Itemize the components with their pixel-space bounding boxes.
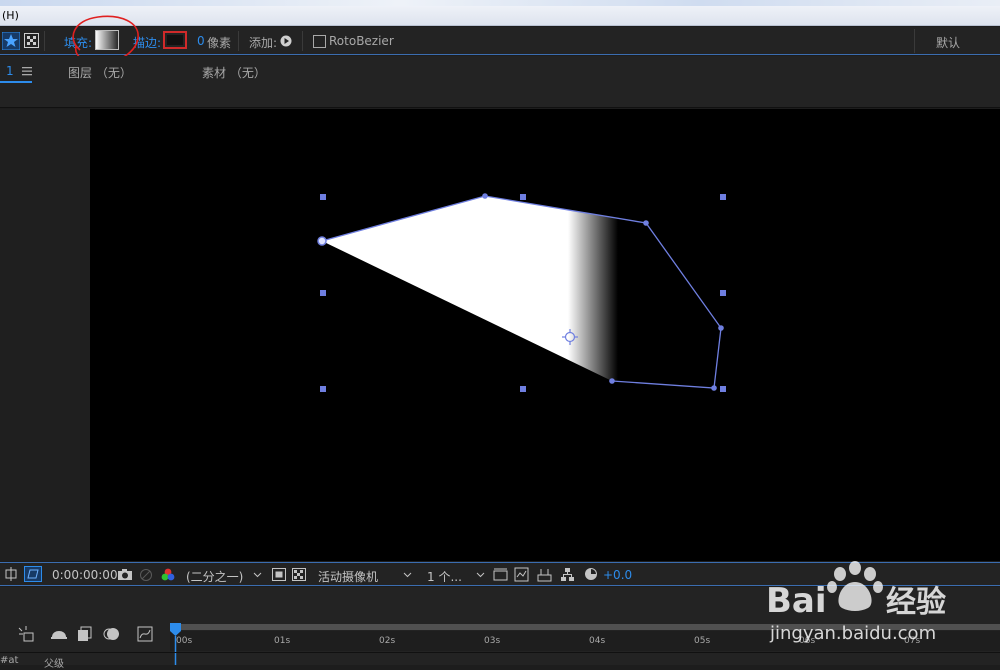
transparency-grid-icon[interactable]: [292, 568, 306, 581]
timeline-toggle-icon[interactable]: [514, 567, 529, 582]
watermark-brand: Bai: [766, 581, 827, 621]
chevron-down-icon[interactable]: [253, 572, 262, 578]
panel-menu-icon[interactable]: [21, 66, 33, 76]
comp-flowchart-icon[interactable]: [537, 567, 552, 582]
magnification-icon[interactable]: [4, 567, 18, 581]
help-menu[interactable]: (H): [2, 9, 19, 22]
first-vertex[interactable]: [317, 236, 327, 246]
watermark-brand-cn: 经验: [886, 585, 946, 620]
timecode[interactable]: 0:00:00:00: [52, 568, 118, 582]
flowchart-icon[interactable]: [560, 567, 575, 582]
region-of-interest-icon[interactable]: [272, 568, 286, 581]
motion-blur-icon[interactable]: [103, 626, 120, 642]
composition-viewer[interactable]: [90, 109, 1000, 561]
menubar-strip: [0, 0, 1000, 6]
rotobezier-label: RotoBezier: [329, 34, 394, 48]
column-header-left: #at: [0, 655, 19, 666]
watermark-url: jingyan.baidu.com: [769, 623, 936, 644]
views-dropdown[interactable]: 1 个...: [427, 568, 462, 585]
composition-mini-flowchart-icon[interactable]: [16, 625, 36, 643]
mask-feather-icon[interactable]: [24, 33, 39, 48]
stroke-width-value[interactable]: 0: [197, 34, 205, 48]
shy-layers-icon[interactable]: [50, 627, 68, 641]
workspace-default[interactable]: 默认: [936, 34, 960, 51]
camera-snapshot-icon[interactable]: [117, 568, 133, 581]
rotobezier-checkbox[interactable]: [313, 35, 326, 48]
stroke-color-swatch[interactable]: [163, 31, 187, 49]
ruler-label: 05s: [694, 636, 711, 646]
ruler-label: 03s: [484, 636, 501, 646]
active-tab-underline: [0, 81, 32, 83]
menubar: (H): [0, 0, 1000, 26]
footage-tab[interactable]: 素材 （无）: [202, 64, 266, 81]
composition-panel-header: 1 图层 （无） 素材 （无）: [0, 56, 1000, 108]
baidu-jingyan-watermark: Bai 经验 jingyan.baidu.com: [766, 561, 946, 644]
graph-editor-icon[interactable]: [137, 626, 153, 642]
chevron-down-icon[interactable]: [403, 572, 412, 578]
playhead[interactable]: [168, 623, 184, 665]
ruler-label: 01s: [274, 636, 291, 646]
exposure-value[interactable]: +0.0: [603, 568, 632, 582]
frame-blending-icon[interactable]: [77, 626, 93, 642]
fast-previews-icon[interactable]: [493, 567, 508, 582]
resolution-dropdown[interactable]: (二分之一): [186, 568, 243, 585]
tool-options-bar: 填充: 描边: 0 像素 添加: RotoBezier 默认: [0, 27, 1000, 55]
star-icon[interactable]: [2, 32, 20, 50]
add-vertex-dropdown-icon[interactable]: [280, 35, 292, 47]
add-label: 添加:: [249, 36, 278, 50]
show-snapshot-icon[interactable]: [139, 568, 153, 582]
chevron-down-icon[interactable]: [476, 572, 485, 578]
ruler-label: 04s: [589, 636, 606, 646]
layer-tab[interactable]: 图层 （无）: [68, 64, 132, 81]
viewer-gutter: [0, 109, 90, 561]
shape-layer-canvas[interactable]: [90, 109, 1000, 561]
composition-tab-number[interactable]: 1: [6, 64, 14, 78]
stroke-width-unit: 像素: [207, 36, 232, 50]
mask-visibility-icon[interactable]: [24, 566, 42, 582]
ruler-label: 02s: [379, 636, 396, 646]
camera-dropdown[interactable]: 活动摄像机: [318, 568, 378, 585]
column-header-parent: 父级: [44, 659, 64, 670]
channels-icon[interactable]: [160, 567, 176, 583]
reset-exposure-icon[interactable]: [584, 567, 598, 581]
